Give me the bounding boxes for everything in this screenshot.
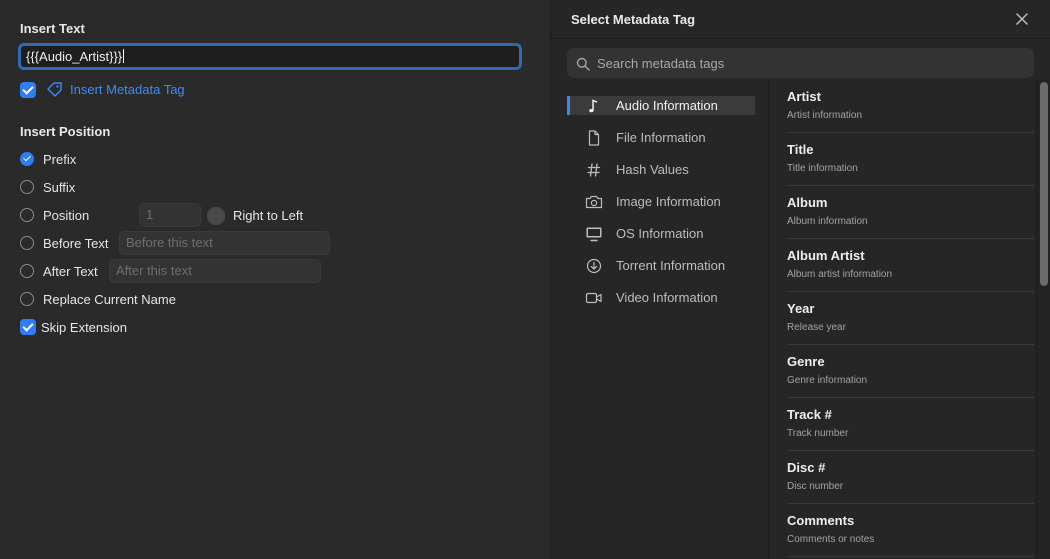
position-number-placeholder: 1 bbox=[146, 207, 154, 222]
tag-description: Title information bbox=[787, 163, 858, 174]
close-icon[interactable] bbox=[1015, 12, 1029, 26]
tag-name: Year bbox=[787, 301, 815, 316]
skip-extension-checkbox[interactable] bbox=[20, 319, 36, 335]
tag-name: Disc # bbox=[787, 460, 826, 475]
position-label: Position bbox=[43, 208, 90, 223]
tag-album-artist[interactable]: Album Artist Album artist information bbox=[787, 239, 1034, 292]
search-bar bbox=[567, 48, 1034, 78]
search-icon bbox=[576, 57, 590, 71]
skip-extension-label: Skip Extension bbox=[41, 320, 127, 335]
tag-name: Genre bbox=[787, 354, 825, 369]
replace-current-name-label: Replace Current Name bbox=[43, 292, 176, 307]
prefix-radio[interactable] bbox=[20, 152, 34, 166]
file-icon bbox=[588, 129, 600, 146]
category-video-information[interactable]: Video Information bbox=[567, 288, 755, 307]
position-radio[interactable] bbox=[20, 208, 34, 222]
after-text-label: After Text bbox=[43, 264, 98, 279]
tag-name: Album bbox=[787, 195, 828, 210]
category-label: Hash Values bbox=[616, 162, 689, 177]
category-os-information[interactable]: OS Information bbox=[567, 224, 755, 243]
category-audio-information[interactable]: Audio Information bbox=[567, 96, 755, 115]
right-to-left-label: Right to Left bbox=[233, 208, 304, 223]
position-number-input[interactable]: 1 bbox=[139, 203, 201, 227]
tag-description: Artist information bbox=[787, 110, 863, 121]
tag-description: Release year bbox=[787, 322, 846, 333]
tag-description: Disc number bbox=[787, 481, 844, 492]
camera-icon bbox=[585, 195, 603, 208]
select-metadata-tag-panel: Select Metadata Tag Audio Information Fi… bbox=[550, 0, 1050, 559]
category-torrent-information[interactable]: Torrent Information bbox=[567, 256, 755, 275]
tag-list-scrollbar[interactable] bbox=[1036, 80, 1050, 559]
insert-text-heading: Insert Text bbox=[20, 21, 85, 36]
tag-artist[interactable]: Artist Artist information bbox=[787, 80, 1034, 133]
after-text-placeholder: After this text bbox=[116, 263, 192, 278]
tag-icon bbox=[47, 82, 62, 97]
insert-metadata-tag-label: Insert Metadata Tag bbox=[70, 81, 185, 97]
tag-name: Album Artist bbox=[787, 248, 865, 263]
suffix-label: Suffix bbox=[43, 180, 76, 195]
tag-name: Title bbox=[787, 142, 814, 157]
category-label: OS Information bbox=[616, 226, 704, 241]
panel-title: Select Metadata Tag bbox=[571, 12, 696, 27]
insert-metadata-checkbox[interactable] bbox=[20, 82, 36, 98]
insert-text-value: {{{Audio_Artist}}} bbox=[26, 49, 123, 64]
music-note-icon bbox=[589, 98, 598, 112]
download-icon bbox=[586, 258, 602, 273]
insert-text-input[interactable]: {{{Audio_Artist}}} bbox=[18, 43, 522, 70]
tag-album[interactable]: Album Album information bbox=[787, 186, 1034, 239]
insert-position-heading: Insert Position bbox=[20, 124, 111, 139]
tag-genre[interactable]: Genre Genre information bbox=[787, 345, 1034, 398]
tag-name: Comments bbox=[787, 513, 855, 528]
category-image-information[interactable]: Image Information bbox=[567, 192, 755, 211]
search-input[interactable] bbox=[597, 48, 1017, 78]
category-hash-values[interactable]: Hash Values bbox=[567, 160, 755, 179]
right-to-left-toggle[interactable] bbox=[207, 207, 225, 225]
category-label: Audio Information bbox=[616, 98, 718, 113]
category-file-information[interactable]: File Information bbox=[567, 128, 755, 147]
tag-description: Album information bbox=[787, 216, 868, 227]
hash-icon bbox=[587, 162, 601, 177]
tag-description: Comments or notes bbox=[787, 534, 875, 545]
monitor-icon bbox=[586, 227, 602, 241]
category-label: File Information bbox=[616, 130, 706, 145]
category-label: Torrent Information bbox=[616, 258, 726, 273]
tag-title[interactable]: Title Title information bbox=[787, 133, 1034, 186]
before-text-radio[interactable] bbox=[20, 236, 34, 250]
prefix-label: Prefix bbox=[43, 152, 77, 167]
tag-description: Genre information bbox=[787, 375, 868, 386]
after-text-radio[interactable] bbox=[20, 264, 34, 278]
insert-metadata-tag-link[interactable]: Insert Metadata Tag bbox=[46, 81, 185, 97]
tag-description: Album artist information bbox=[787, 269, 893, 280]
category-label: Image Information bbox=[616, 194, 721, 209]
video-camera-icon bbox=[585, 292, 602, 303]
tag-year[interactable]: Year Release year bbox=[787, 292, 1034, 345]
category-label: Video Information bbox=[616, 290, 718, 305]
suffix-radio[interactable] bbox=[20, 180, 34, 194]
before-text-placeholder: Before this text bbox=[126, 235, 213, 250]
before-text-label: Before Text bbox=[43, 236, 109, 251]
category-list: Audio Information File Information Hash … bbox=[551, 80, 769, 559]
tag-list: Artist Artist information Title Title in… bbox=[770, 80, 1034, 559]
tag-disc-number[interactable]: Disc # Disc number bbox=[787, 451, 1034, 504]
tag-name: Track # bbox=[787, 407, 832, 422]
replace-current-name-radio[interactable] bbox=[20, 292, 34, 306]
tag-comments[interactable]: Comments Comments or notes bbox=[787, 504, 1034, 557]
after-text-input[interactable]: After this text bbox=[109, 259, 321, 283]
scrollbar-thumb[interactable] bbox=[1040, 82, 1048, 286]
tag-name: Artist bbox=[787, 89, 821, 104]
rename-options-pane: Insert Text {{{Audio_Artist}}} Insert Me… bbox=[0, 0, 550, 559]
panel-header: Select Metadata Tag bbox=[551, 0, 1050, 39]
before-text-input[interactable]: Before this text bbox=[119, 231, 330, 255]
tag-description: Track number bbox=[787, 428, 849, 439]
tag-track-number[interactable]: Track # Track number bbox=[787, 398, 1034, 451]
